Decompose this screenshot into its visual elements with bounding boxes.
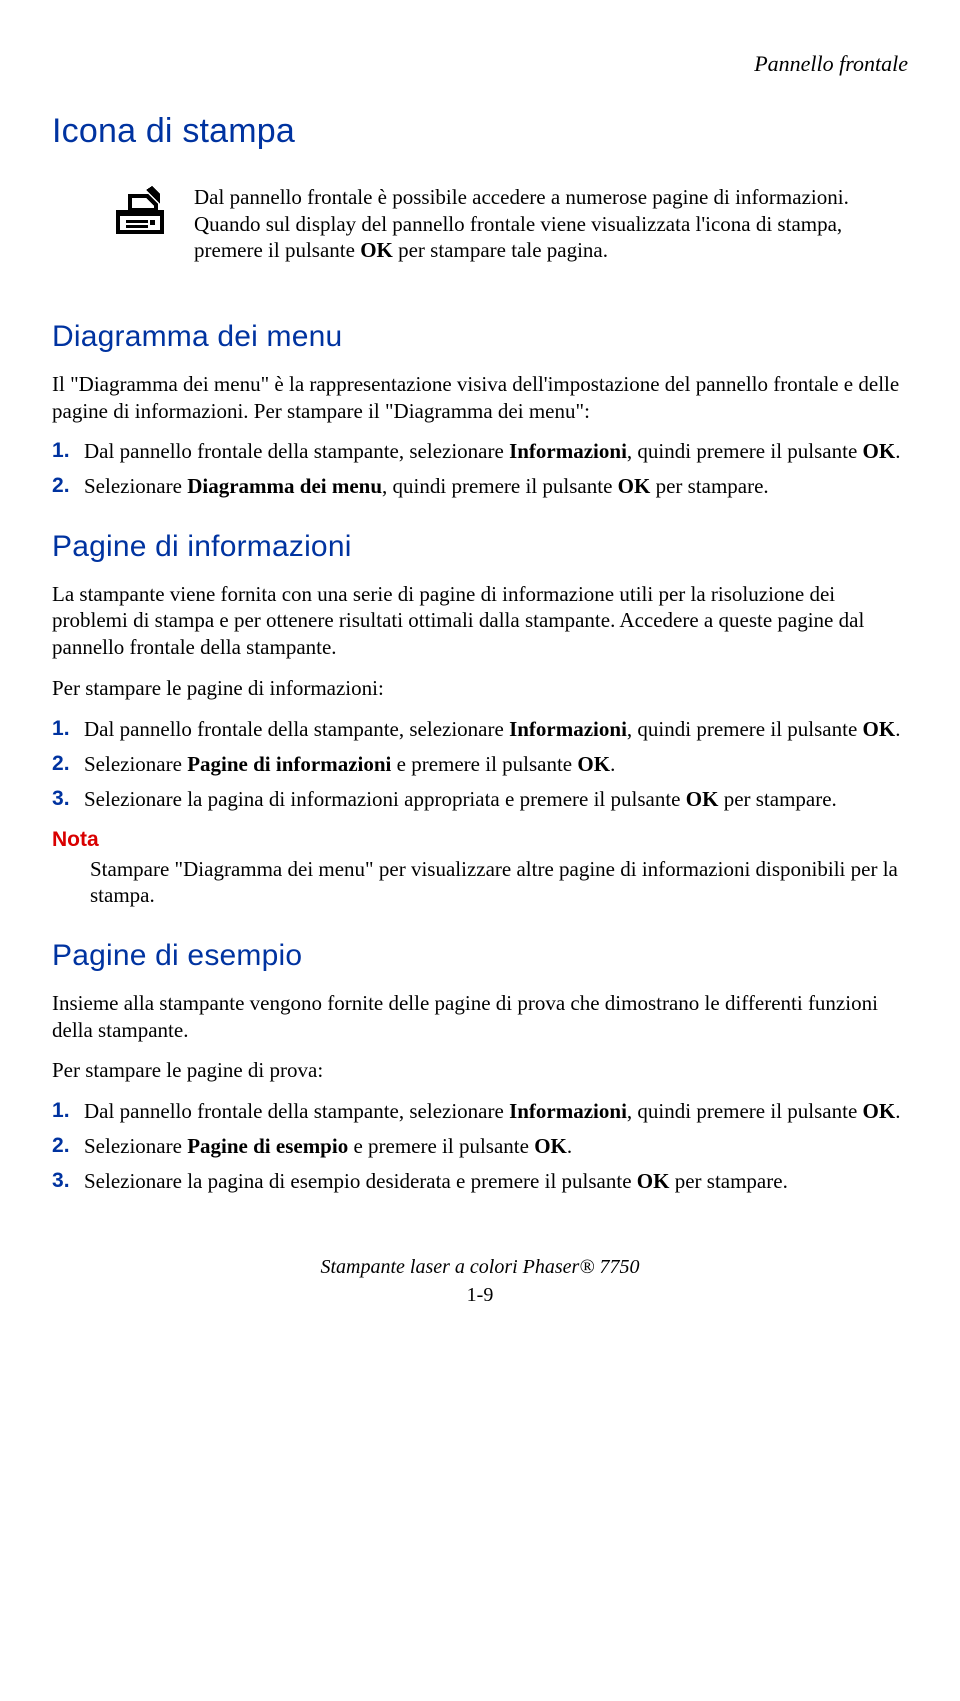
step-item: Selezionare Pagine di esempio e premere … — [52, 1133, 908, 1160]
footer: Stampante laser a colori Phaser® 7750 1-… — [52, 1255, 908, 1308]
footer-page-number: 1-9 — [52, 1283, 908, 1309]
section-pagine-info-p2: Per stampare le pagine di informazioni: — [52, 675, 908, 702]
section-pagine-esempio-steps: Dal pannello frontale della stampante, s… — [52, 1098, 908, 1195]
intro-row: Dal pannello frontale è possibile accede… — [52, 184, 908, 265]
step-item: Dal pannello frontale della stampante, s… — [52, 438, 908, 465]
footer-product-line: Stampante laser a colori Phaser® 7750 — [52, 1255, 908, 1281]
section-pagine-info-p1: La stampante viene fornita con una serie… — [52, 581, 908, 662]
section-pagine-esempio-p1: Insieme alla stampante vengono fornite d… — [52, 990, 908, 1044]
note-label: Nota — [52, 827, 908, 854]
note-body: Stampare "Diagramma dei menu" per visual… — [90, 856, 908, 910]
section-pagine-info-steps: Dal pannello frontale della stampante, s… — [52, 716, 908, 813]
section-diagramma-steps: Dal pannello frontale della stampante, s… — [52, 438, 908, 500]
section-diagramma-title: Diagramma dei menu — [52, 318, 908, 356]
breadcrumb: Pannello frontale — [52, 50, 908, 78]
step-item: Dal pannello frontale della stampante, s… — [52, 716, 908, 743]
section-diagramma-p: Il "Diagramma dei menu" è la rappresenta… — [52, 371, 908, 425]
step-item: Selezionare Pagine di informazioni e pre… — [52, 751, 908, 778]
section-pagine-esempio-title: Pagine di esempio — [52, 937, 908, 975]
step-item: Selezionare la pagina di esempio desider… — [52, 1168, 908, 1195]
page-title: Icona di stampa — [52, 110, 908, 154]
intro-paragraph: Dal pannello frontale è possibile accede… — [194, 184, 908, 265]
section-pagine-info-title: Pagine di informazioni — [52, 528, 908, 566]
step-item: Dal pannello frontale della stampante, s… — [52, 1098, 908, 1125]
section-pagine-esempio-p2: Per stampare le pagine di prova: — [52, 1057, 908, 1084]
step-item: Selezionare la pagina di informazioni ap… — [52, 786, 908, 813]
step-item: Selezionare Diagramma dei menu, quindi p… — [52, 473, 908, 500]
print-icon — [52, 184, 168, 245]
